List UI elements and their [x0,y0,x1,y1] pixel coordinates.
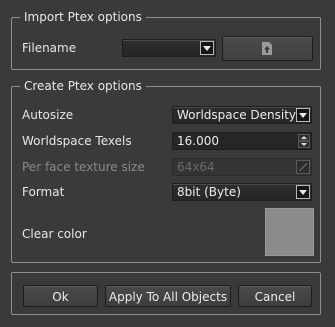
format-label: Format [22,185,65,199]
resize-grip-icon [296,160,310,174]
per-face-size-label: Per face texture size [22,160,145,174]
spin-up-icon[interactable] [298,134,310,141]
ok-button-label: Ok [52,290,69,304]
worldspace-texels-value: 16.000 [177,134,219,148]
per-face-size-combo: 64x64 [172,158,312,176]
spin-down-icon[interactable] [298,141,310,148]
spin-arrows [298,134,310,148]
format-value: 8bit (Byte) [177,185,241,199]
cancel-button[interactable]: Cancel [238,285,312,307]
button-bar: Ok Apply To All Objects Cancel [11,272,321,315]
worldspace-texels-spinbox[interactable]: 16.000 [172,132,312,150]
chevron-down-icon[interactable] [296,185,310,199]
chevron-down-icon[interactable] [200,41,214,55]
clear-color-label: Clear color [22,227,87,241]
apply-to-all-button[interactable]: Apply To All Objects [105,285,231,307]
create-ptex-title: Create Ptex options [20,79,146,93]
worldspace-texels-label: Worldspace Texels [22,134,132,148]
chevron-down-icon[interactable] [296,108,310,122]
apply-to-all-button-label: Apply To All Objects [108,290,228,304]
import-ptex-title: Import Ptex options [20,10,146,24]
filename-combo[interactable] [122,39,216,57]
autosize-label: Autosize [22,108,74,122]
import-ptex-group: Import Ptex options Filename [11,10,321,70]
clear-color-swatch[interactable] [265,208,314,256]
ok-button[interactable]: Ok [23,285,98,307]
autosize-value: Worldspace Density [177,108,297,122]
import-file-button[interactable] [222,36,313,61]
filename-label: Filename [22,41,77,55]
cancel-button-label: Cancel [254,290,296,304]
autosize-combo[interactable]: Worldspace Density [172,106,312,124]
upload-file-icon [262,42,272,55]
create-ptex-group: Create Ptex options Autosize Worldspace … [11,79,321,263]
format-combo[interactable]: 8bit (Byte) [172,183,312,201]
ptex-options-dialog: Import Ptex options Filename Create Ptex… [0,0,335,327]
per-face-size-value: 64x64 [177,160,215,174]
